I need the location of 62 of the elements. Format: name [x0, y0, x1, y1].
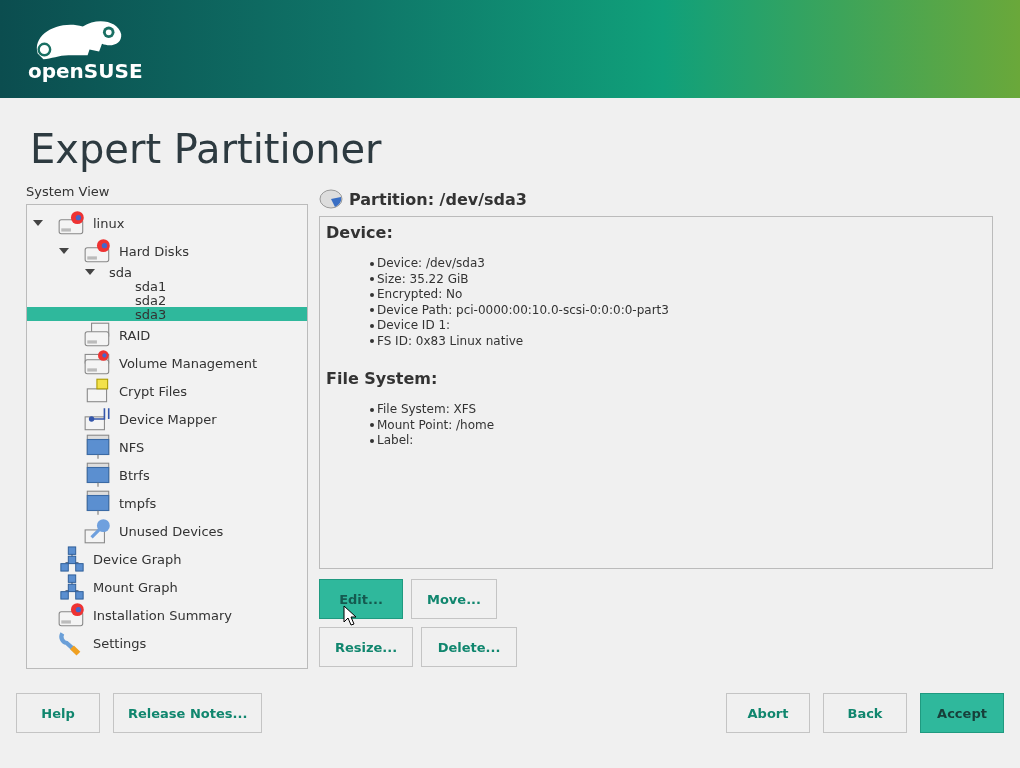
bullet-icon — [370, 277, 374, 282]
tree-item[interactable]: NFS — [27, 433, 307, 461]
question-disk-icon — [83, 518, 113, 544]
tree-item[interactable]: RAID — [27, 321, 307, 349]
tree-item[interactable]: tmpfs — [27, 489, 307, 517]
bullet-icon — [370, 423, 374, 428]
tree-item[interactable]: Device Graph — [27, 545, 307, 573]
hard-disk-icon — [83, 238, 113, 264]
tree-item[interactable]: sda2 — [27, 293, 307, 307]
tree-item[interactable]: sda3 — [27, 307, 307, 321]
bullet-icon — [370, 261, 374, 266]
footer-button[interactable]: Accept — [920, 693, 1004, 733]
hard-disk-icon — [57, 602, 87, 628]
detail-item: Device Path: pci-0000:00:10.0-scsi-0:0:0:0-part3 — [377, 302, 669, 318]
section-heading: Device: — [326, 223, 394, 242]
action-button[interactable]: Move... — [411, 579, 497, 619]
system-view-label: System View — [26, 184, 111, 201]
graph-icon — [57, 546, 87, 572]
partition-icon — [319, 188, 343, 210]
tree-item[interactable]: Crypt Files — [27, 377, 307, 405]
bullet-icon — [370, 323, 374, 328]
footer-button[interactable]: Release Notes... — [113, 693, 263, 733]
detail-item: File System: XFS — [377, 402, 477, 418]
tree-item[interactable]: sda1 — [27, 279, 307, 293]
action-button[interactable]: Resize... — [319, 627, 413, 667]
detail-item: Mount Point: /home — [377, 417, 495, 433]
disk-mapper-icon — [83, 406, 113, 432]
tree-item[interactable]: Hard Disks — [27, 237, 307, 265]
graph-icon — [57, 574, 87, 600]
footer-button[interactable]: Help — [16, 693, 100, 733]
detail-item: Label: — [377, 433, 414, 449]
mouse-pointer-icon — [343, 605, 357, 627]
action-button[interactable]: Delete... — [421, 627, 517, 667]
hard-disk-icon — [57, 210, 87, 236]
tree-item[interactable]: Unused Devices — [27, 517, 307, 545]
detail-item: Encrypted: No — [377, 287, 463, 303]
tree-item[interactable]: Mount Graph — [27, 573, 307, 601]
footer-button[interactable]: Abort — [726, 693, 810, 733]
page-title: Expert Partitioner — [30, 125, 383, 174]
detail-item: FS ID: 0x83 Linux native — [377, 333, 524, 349]
bullet-icon — [370, 292, 374, 297]
bullet-icon — [370, 438, 374, 443]
bullet-icon — [370, 407, 374, 412]
tree-item[interactable]: Device Mapper — [27, 405, 307, 433]
partition-heading: Partition: /dev/sda3 — [349, 189, 527, 209]
tree-item[interactable]: linux — [27, 209, 307, 237]
tree-item[interactable]: Volume Management — [27, 349, 307, 377]
bullet-icon — [370, 339, 374, 344]
logo-text: openSUSE — [28, 59, 143, 83]
section-heading: File System: — [326, 369, 439, 388]
tree-item[interactable]: sda — [27, 265, 307, 279]
bullet-icon — [370, 308, 374, 313]
tree-item[interactable]: Btrfs — [27, 461, 307, 489]
detail-item: Device ID 1: — [377, 318, 451, 334]
tree-item[interactable]: Settings — [27, 629, 307, 657]
expanded-arrow-icon[interactable] — [59, 246, 69, 256]
detail-item: Size: 35.22 GiB — [377, 271, 469, 287]
expanded-arrow-icon[interactable] — [33, 218, 43, 228]
tree-item[interactable]: Installation Summary — [27, 601, 307, 629]
footer-button[interactable]: Back — [823, 693, 907, 733]
expanded-arrow-icon[interactable] — [85, 267, 95, 277]
detail-item: Device: /dev/sda3 — [377, 256, 485, 272]
